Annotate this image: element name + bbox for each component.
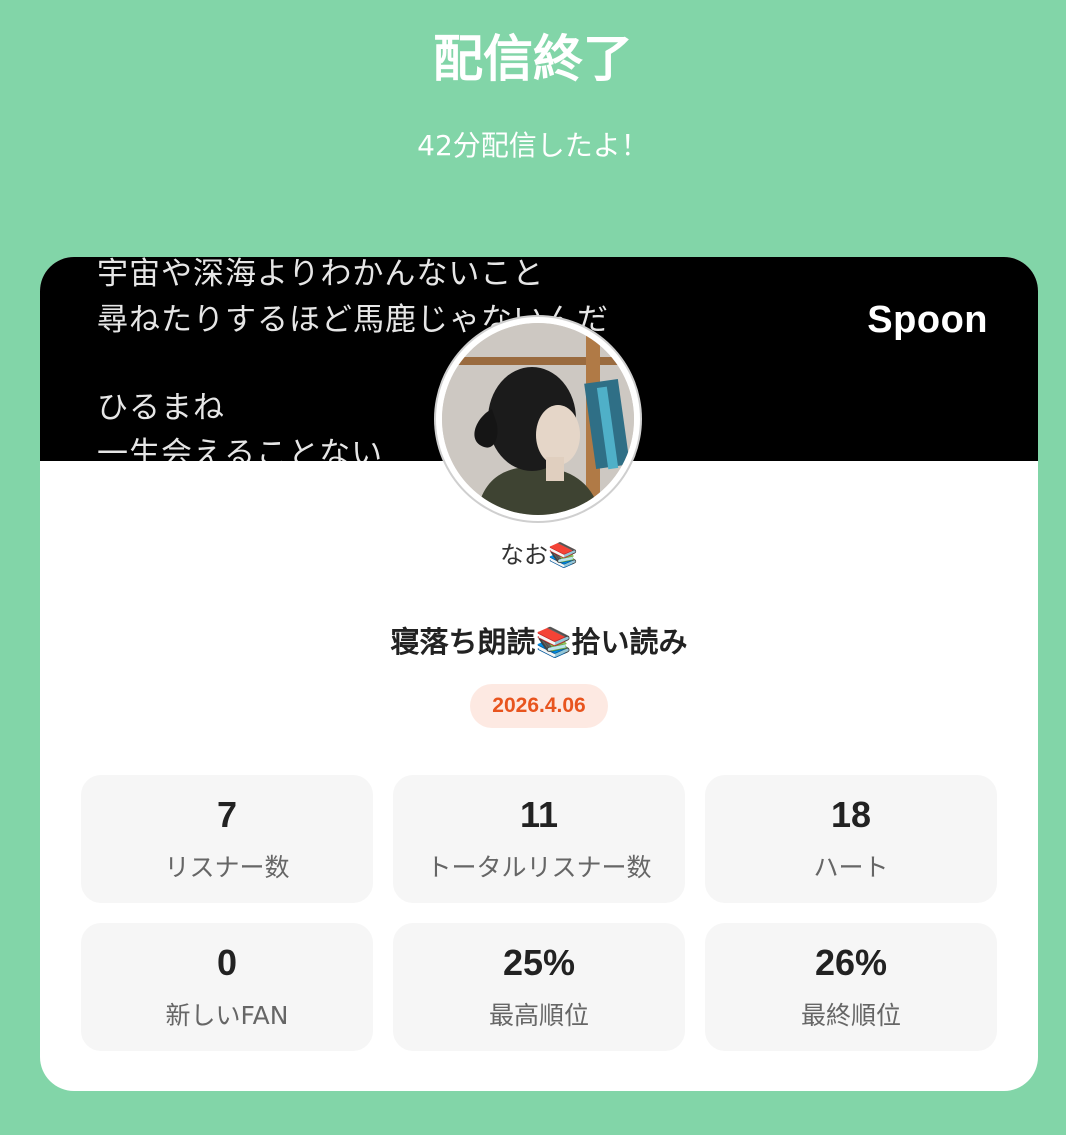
- broadcast-duration-text: 42分配信したよ！: [417, 129, 649, 162]
- stat-value: 0: [216, 942, 238, 983]
- stat-total-listeners: 11 トータルリスナー数: [393, 775, 685, 903]
- stat-new-fans: 0 新しいFAN: [81, 923, 373, 1051]
- stat-final-rank: 26% 最終順位: [705, 923, 997, 1051]
- broadcast-summary-card: 宇宙や深海よりわかんないこと 尋ねたりするほど馬鹿じゃないんだ ひるまね 一生会…: [40, 257, 1038, 1091]
- stat-value: 11: [519, 794, 559, 835]
- page-title: 配信終了: [433, 30, 633, 88]
- stat-label: リスナー数: [164, 853, 290, 882]
- avatar[interactable]: [436, 317, 640, 521]
- stat-value: 7: [216, 794, 238, 835]
- stat-listeners: 7 リスナー数: [81, 775, 373, 903]
- date-badge: 2026.4.06: [470, 684, 608, 728]
- stat-label: ハート: [813, 853, 889, 882]
- banner-lyric-line: 一生会えることない: [97, 436, 384, 461]
- stat-hearts: 18 ハート: [705, 775, 997, 903]
- stat-value: 25%: [502, 942, 576, 983]
- stat-value: 18: [830, 794, 872, 835]
- avatar-photo: [442, 323, 634, 515]
- banner-lyric-line: 宇宙や深海よりわかんないこと: [97, 257, 545, 292]
- stat-label: 最高順位: [488, 1001, 589, 1030]
- stat-label: 最終順位: [800, 1001, 901, 1030]
- stat-highest-rank: 25% 最高順位: [393, 923, 685, 1051]
- username: なお📚: [500, 541, 578, 569]
- spoon-logo: Spoon: [867, 299, 988, 341]
- stat-label: トータルリスナー数: [426, 853, 652, 882]
- stat-value: 26%: [814, 942, 888, 983]
- stat-label: 新しいFAN: [165, 1001, 289, 1030]
- banner-lyric-line: ひるまね: [97, 390, 225, 426]
- stream-title: 寝落ち朗読📚拾い読み: [390, 625, 688, 659]
